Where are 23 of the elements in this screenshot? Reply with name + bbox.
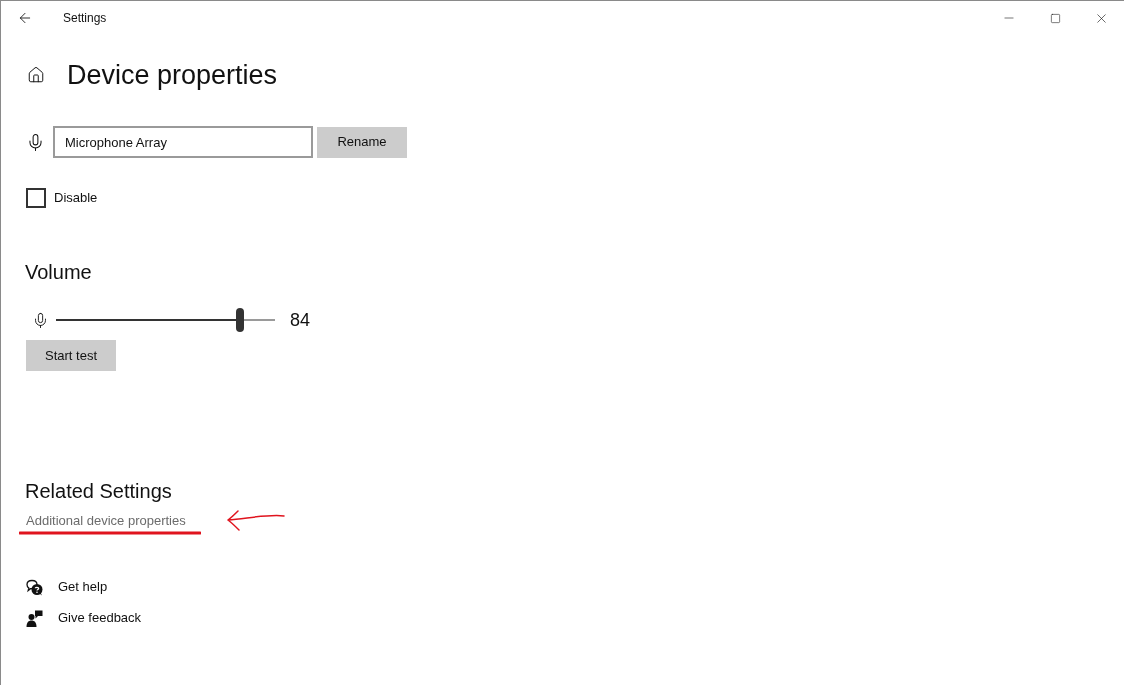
checkbox-label: Disable — [54, 189, 98, 208]
maximize-icon — [1049, 12, 1061, 24]
volume-value: 84 — [290, 308, 311, 332]
microphone-icon — [32, 311, 49, 329]
window-title: Settings — [63, 10, 107, 27]
microphone-icon — [26, 132, 45, 152]
back-arrow-icon — [17, 10, 33, 26]
home-icon — [27, 66, 45, 84]
device-name-field[interactable]: Microphone Array — [53, 126, 313, 158]
section-heading: Volume — [25, 260, 92, 285]
help-link[interactable]: Give feedback — [58, 608, 142, 628]
volume-slider[interactable] — [56, 308, 275, 332]
start-test-button[interactable]: Start test — [26, 340, 116, 371]
rename-button[interactable]: Rename — [317, 126, 407, 158]
question-bubble-icon — [26, 578, 43, 596]
section-heading: Related Settings — [25, 479, 172, 504]
help-link[interactable]: Get help — [58, 577, 108, 597]
checkbox[interactable] — [26, 188, 46, 208]
person-speech-icon — [26, 609, 43, 627]
arrow-annotation — [225, 509, 285, 531]
settings-link[interactable]: Additional device properties — [26, 512, 186, 530]
slider-thumb[interactable] — [235, 308, 244, 332]
page-title: Device properties — [67, 59, 278, 92]
